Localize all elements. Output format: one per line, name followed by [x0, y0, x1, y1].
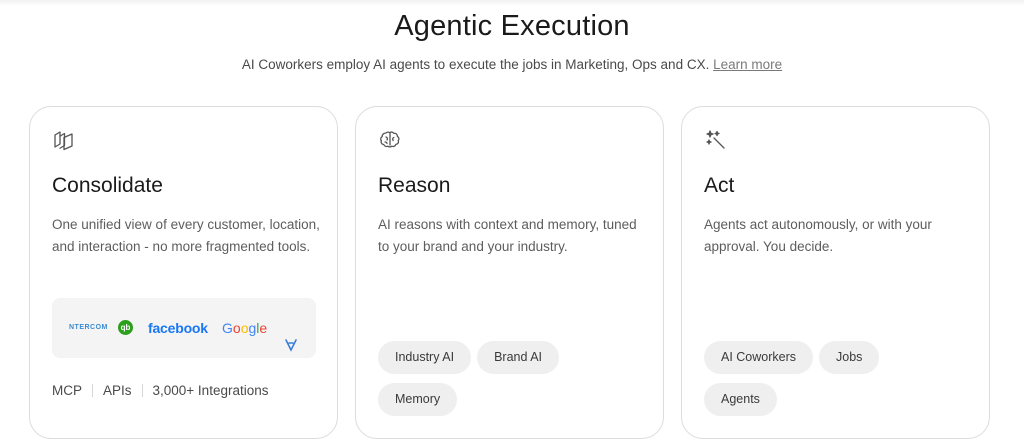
- section-title: Agentic Execution: [394, 10, 630, 42]
- integration-meta: MCP APIs 3,000+ Integrations: [52, 383, 268, 398]
- subtitle-text: AI Coworkers employ AI agents to execute…: [241, 57, 710, 72]
- chip-jobs[interactable]: Jobs: [819, 341, 880, 374]
- meta-divider: [92, 384, 93, 397]
- chip-group: AI Coworkers Jobs Agents: [704, 341, 974, 425]
- chip-brand-ai[interactable]: Brand AI: [477, 341, 560, 374]
- intercom-logo: NTERCOM: [69, 324, 108, 331]
- quickbooks-logo-text: qb: [120, 323, 131, 332]
- card-title: Reason: [378, 174, 451, 197]
- card-title: Consolidate: [52, 174, 163, 197]
- card-description: AI reasons with context and memory, tune…: [378, 217, 637, 254]
- learn-more-link[interactable]: Learn more: [713, 57, 782, 72]
- chip-memory[interactable]: Memory: [378, 383, 458, 416]
- chip-industry-ai[interactable]: Industry AI: [378, 341, 472, 374]
- card-title: Act: [704, 174, 735, 197]
- magic-wand-icon: [704, 128, 728, 152]
- integration-glyph-icon: [284, 319, 298, 352]
- card-description: Agents act autonomously, or with your ap…: [704, 217, 932, 254]
- reason-card: Reason AI reasons with context and memor…: [355, 106, 664, 439]
- act-card: Act Agents act autonomously, or with you…: [681, 106, 990, 439]
- section-subtitle: AI Coworkers employ AI agents to execute…: [0, 57, 1024, 72]
- google-logo: Google: [222, 298, 267, 358]
- meta-apis: APIs: [103, 383, 132, 398]
- card-description: One unified view of every customer, loca…: [52, 217, 320, 254]
- meta-divider: [141, 384, 143, 397]
- chip-agents[interactable]: Agents: [704, 383, 777, 416]
- top-shadow: [0, 0, 1024, 6]
- layers-icon: [52, 128, 76, 152]
- consolidate-card: Consolidate One unified view of every cu…: [29, 106, 338, 439]
- meta-mcp: MCP: [52, 383, 82, 398]
- google-letter: e: [259, 320, 268, 336]
- chip-ai-coworkers[interactable]: AI Coworkers: [704, 341, 814, 374]
- chip-group: Industry AI Brand AI Memory: [378, 341, 648, 425]
- facebook-logo: facebook: [148, 320, 208, 336]
- brain-icon: [378, 128, 402, 152]
- google-letter: G: [222, 320, 233, 336]
- meta-integrations: 3,000+ Integrations: [152, 383, 269, 398]
- google-letter: o: [232, 320, 241, 336]
- integration-logos: NTERCOM qb facebook Google: [52, 298, 316, 358]
- quickbooks-logo: qb: [118, 320, 133, 335]
